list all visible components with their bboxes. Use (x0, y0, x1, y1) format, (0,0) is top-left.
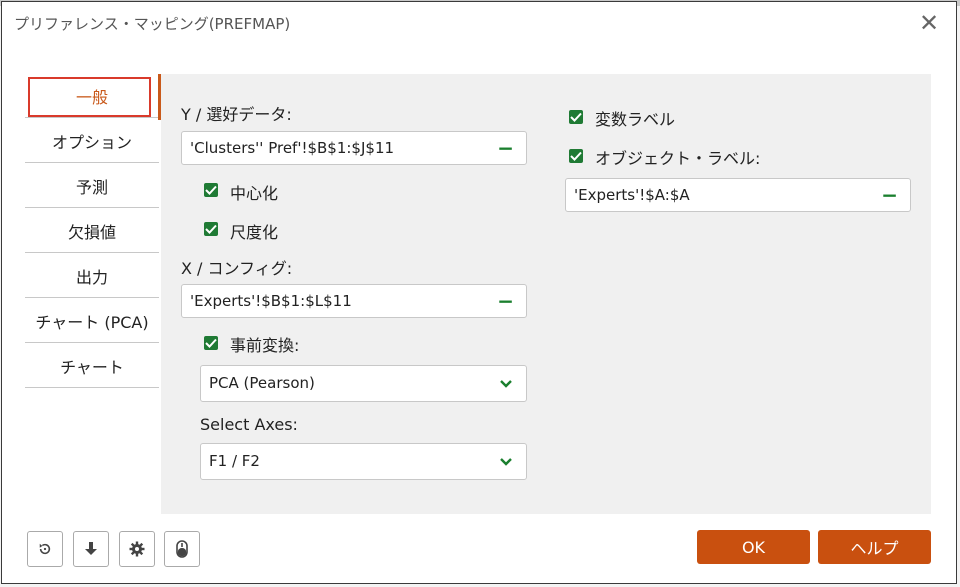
center-label: 中心化 (230, 184, 279, 203)
y-data-clear-icon[interactable]: − (497, 136, 514, 160)
object-labels-field[interactable]: 'Experts'!$A:$A − (565, 178, 911, 212)
object-labels-checkbox[interactable] (569, 149, 583, 163)
sidebar-item-output[interactable]: 出力 (25, 254, 159, 298)
x-config-clear-icon[interactable]: − (497, 289, 514, 313)
sidebar-item-prediction[interactable]: 予測 (25, 164, 159, 208)
axes-label: Select Axes: (200, 415, 298, 434)
mouse-button[interactable] (164, 531, 200, 567)
reset-icon (39, 543, 51, 555)
y-data-value: 'Clusters'' Pref'!$B$1:$J$11 (190, 139, 395, 157)
sidebar-item-general[interactable]: 一般 (25, 74, 159, 118)
help-button[interactable]: ヘルプ (818, 530, 931, 564)
close-icon[interactable]: ✕ (916, 10, 942, 36)
axes-select[interactable]: F1 / F2 (200, 443, 527, 480)
sidebar: 一般 オプション 予測 欠損値 出力 チャート (PCA) チャート (25, 74, 159, 389)
checkmark-icon (205, 224, 217, 234)
pretransform-checkbox[interactable] (204, 336, 218, 350)
x-config-value: 'Experts'!$B$1:$L$11 (190, 292, 352, 310)
axes-selected: F1 / F2 (209, 452, 260, 470)
sidebar-item-label: 欠損値 (67, 222, 116, 242)
sidebar-item-label: チャート (60, 357, 124, 377)
scale-label: 尺度化 (230, 223, 279, 242)
x-config-field[interactable]: 'Experts'!$B$1:$L$11 − (181, 284, 527, 318)
title-bar: プリファレンス・マッピング(PREFMAP) ✕ (2, 2, 956, 46)
settings-button[interactable] (119, 531, 155, 567)
sidebar-item-label: チャート (PCA) (35, 312, 149, 332)
active-tab-highlight (28, 77, 151, 117)
chevron-down-icon[interactable] (498, 376, 514, 392)
object-labels-label: オブジェクト・ラベル: (595, 149, 761, 168)
checkmark-icon (205, 185, 217, 195)
checkmark-icon (205, 338, 217, 348)
pretransform-selected: PCA (Pearson) (209, 374, 315, 392)
y-data-label: Y / 選好データ: (181, 105, 292, 124)
y-data-field[interactable]: 'Clusters'' Pref'!$B$1:$J$11 − (181, 131, 527, 165)
download-icon (85, 542, 97, 555)
scale-checkbox[interactable] (204, 222, 218, 236)
center-checkbox[interactable] (204, 183, 218, 197)
variable-labels-label: 変数ラベル (595, 110, 676, 129)
object-labels-value: 'Experts'!$A:$A (574, 186, 690, 204)
sidebar-item-label: 出力 (75, 267, 108, 287)
variable-labels-checkbox[interactable] (569, 110, 583, 124)
object-labels-clear-icon[interactable]: − (881, 183, 898, 207)
sidebar-item-options[interactable]: オプション (25, 119, 159, 163)
chevron-down-icon[interactable] (498, 454, 514, 470)
sidebar-item-missing-values[interactable]: 欠損値 (25, 209, 159, 253)
sidebar-item-charts[interactable]: チャート (25, 344, 159, 388)
sidebar-item-label: オプション (51, 132, 132, 152)
pretransform-select[interactable]: PCA (Pearson) (200, 365, 527, 402)
reset-button[interactable] (27, 531, 63, 567)
checkmark-icon (570, 112, 582, 122)
window-title: プリファレンス・マッピング(PREFMAP) (14, 15, 291, 33)
sidebar-item-label: 予測 (75, 177, 108, 197)
pretransform-label: 事前変換: (230, 336, 300, 355)
checkmark-icon (570, 151, 582, 161)
download-button[interactable] (73, 531, 109, 567)
mouse-icon (176, 540, 188, 558)
ok-button[interactable]: OK (697, 530, 810, 564)
gear-icon (129, 541, 145, 557)
x-config-label: X / コンフィグ: (181, 259, 293, 278)
sidebar-item-charts-pca[interactable]: チャート (PCA) (25, 299, 159, 343)
